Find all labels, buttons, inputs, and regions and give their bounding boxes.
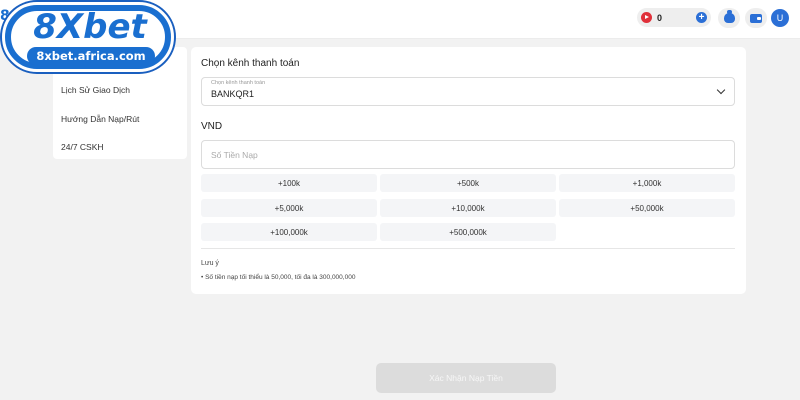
quick-amount-100000k[interactable]: +100,000k (201, 223, 377, 241)
logo-url: 8xbet.africa.com (27, 47, 155, 65)
brand-logo[interactable]: 8Xbet 8xbet.africa.com (2, 2, 174, 72)
divider (201, 248, 735, 249)
moneybag-icon (723, 10, 735, 23)
deposit-button[interactable] (718, 8, 740, 28)
quick-amount-500k[interactable]: +500k (380, 174, 556, 192)
quick-amount-5000k[interactable]: +5,000k (201, 199, 377, 217)
chevron-down-icon[interactable] (716, 85, 726, 95)
select-label: Chọn kênh thanh toán (211, 80, 266, 86)
sidebar-item-deposit-guide[interactable]: Hướng Dẫn Nạp/Rút (61, 114, 139, 124)
wallet-button[interactable] (745, 8, 767, 28)
logo-wordmark: 8Xbet (33, 7, 147, 47)
currency-label: VND (201, 121, 223, 132)
confirm-deposit-button[interactable]: Xác Nhận Nạp Tiền (376, 363, 556, 393)
sidebar-item-support[interactable]: 24/7 CSKH (61, 142, 104, 152)
wallet-icon (750, 13, 762, 23)
balance-pill[interactable]: 0 + (637, 8, 711, 27)
plus-icon[interactable]: + (696, 12, 707, 23)
quick-amount-100k[interactable]: +100k (201, 174, 377, 192)
select-value: BANKQR1 (211, 89, 255, 99)
note-item: • Số tiền nạp tối thiểu là 50,000, tối đ… (201, 274, 356, 281)
note-text: Số tiền nạp tối thiểu là 50,000, tối đa … (205, 274, 356, 281)
deposit-card: Chọn kênh thanh toán Chọn kênh thanh toá… (191, 47, 746, 294)
quick-amount-10000k[interactable]: +10,000k (380, 199, 556, 217)
payment-channel-select[interactable]: Chọn kênh thanh toán BANKQR1 (201, 77, 735, 106)
quick-amount-50000k[interactable]: +50,000k (559, 199, 735, 217)
sidebar-item-transaction-history[interactable]: Lịch Sử Giao Dịch (61, 85, 130, 95)
amount-input[interactable] (201, 140, 735, 169)
coin-icon (641, 12, 652, 23)
balance-value: 0 (657, 12, 663, 23)
channel-title: Chọn kênh thanh toán (201, 58, 300, 69)
avatar[interactable]: U (771, 9, 789, 27)
note-title: Lưu ý (201, 260, 219, 267)
quick-amount-1000k[interactable]: +1,000k (559, 174, 735, 192)
quick-amount-500000k[interactable]: +500,000k (380, 223, 556, 241)
